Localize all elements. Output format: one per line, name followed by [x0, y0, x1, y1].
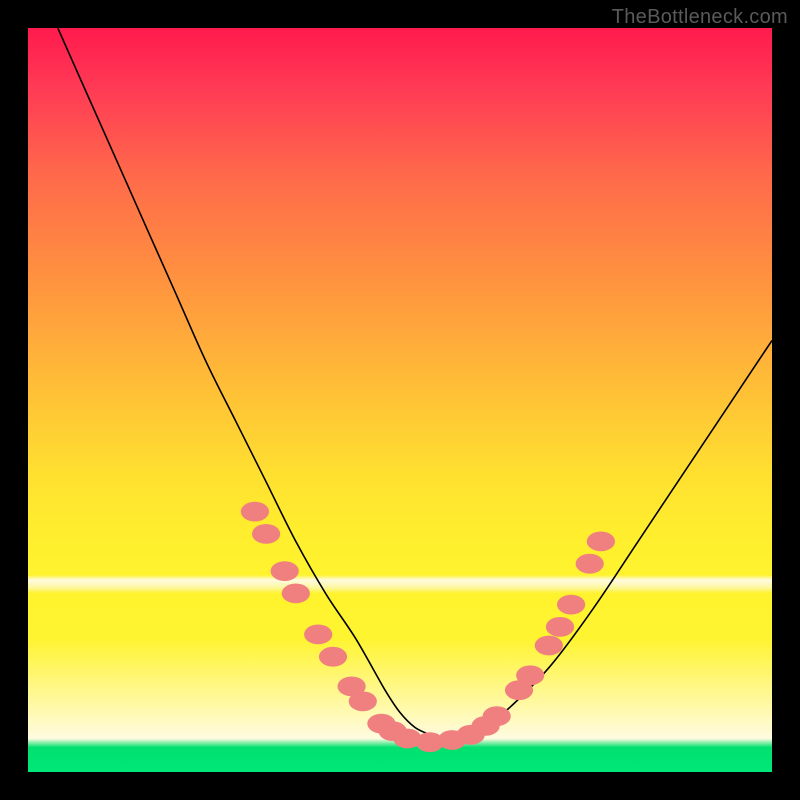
bead-marker: [319, 647, 347, 667]
bottleneck-curve: [58, 28, 772, 743]
bead-marker: [304, 625, 332, 645]
bead-marker: [535, 636, 563, 656]
bead-marker: [483, 706, 511, 726]
bead-marker: [516, 665, 544, 685]
bead-marker: [349, 691, 377, 711]
bead-marker: [282, 584, 310, 604]
bottleneck-plot: [28, 28, 772, 772]
watermark-text: TheBottleneck.com: [612, 6, 788, 29]
chart-area: [28, 28, 772, 772]
curve-beads: [241, 502, 615, 752]
bead-marker: [557, 595, 585, 615]
bead-marker: [587, 532, 615, 552]
bead-marker: [252, 524, 280, 544]
bead-marker: [271, 561, 299, 581]
bead-marker: [241, 502, 269, 522]
bead-marker: [546, 617, 574, 637]
bead-marker: [576, 554, 604, 574]
